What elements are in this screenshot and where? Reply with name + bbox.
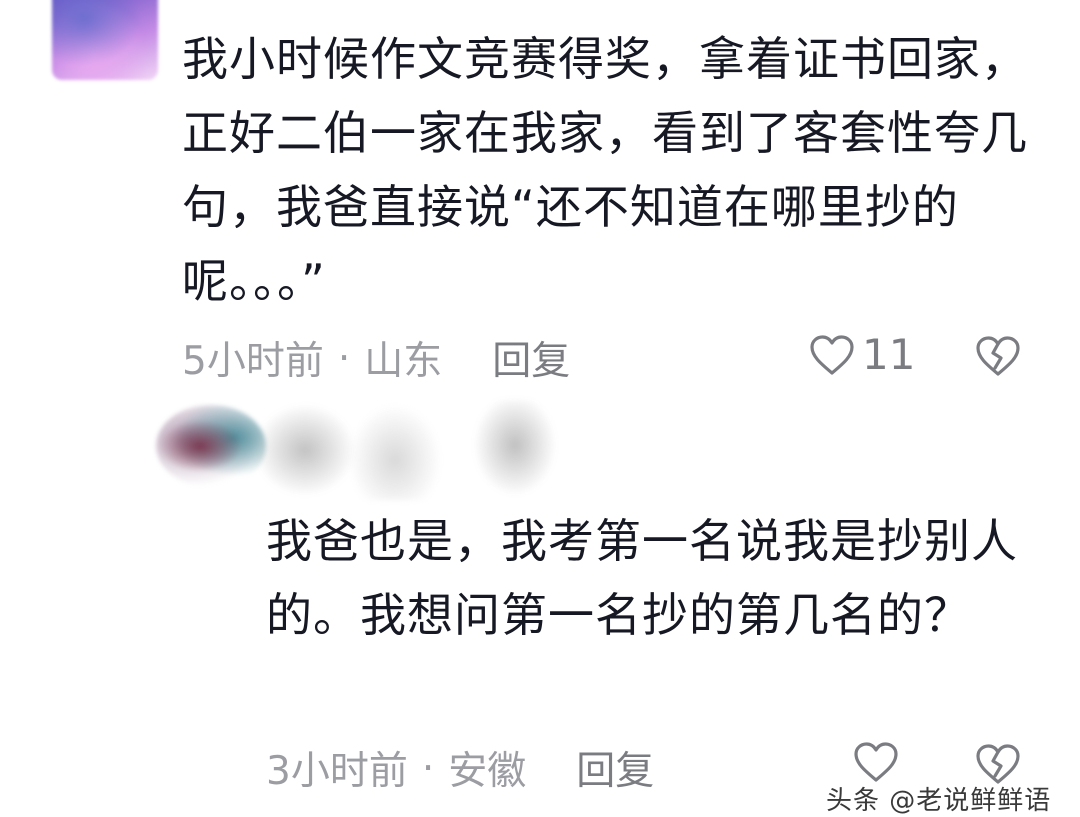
heart-outline-icon <box>854 742 898 782</box>
comment-time: 3小时前 <box>266 749 408 794</box>
blurred-username <box>250 400 360 500</box>
comment-time: 5小时前 <box>182 339 324 384</box>
heart-outline-icon <box>810 334 854 375</box>
comment-meta: 5小时前 · 山东 回复 <box>182 330 570 386</box>
reply-button[interactable]: 回复 <box>492 330 570 386</box>
comment-text: 我小时候作文竞赛得奖，拿着证书回家，正好二伯一家在我家，看到了客套性夸几句，我爸… <box>182 32 1028 308</box>
comment-actions <box>852 740 1020 784</box>
meta-separator: · <box>421 745 435 791</box>
avatar[interactable] <box>52 0 158 80</box>
comment-location: 安徽 <box>448 749 527 794</box>
comment-location: 山东 <box>364 339 443 384</box>
comment-text: 我爸也是，我考第一名说我是抄别人的。我想问第一名抄的第几名的？ <box>266 514 1018 642</box>
comment-meta: 3小时前 · 安徽 回复 <box>266 740 654 796</box>
broken-heart-icon <box>976 336 1020 376</box>
meta-separator: · <box>337 335 351 381</box>
blurred-username <box>470 400 560 500</box>
reply-button[interactable]: 回复 <box>576 740 654 796</box>
like-button[interactable]: 11 <box>808 330 915 379</box>
like-count: 11 <box>862 330 916 379</box>
dislike-button[interactable] <box>974 334 1022 378</box>
blurred-username <box>345 400 445 500</box>
like-button[interactable] <box>852 740 900 784</box>
comment-actions: 11 <box>808 330 1020 379</box>
watermark: 头条 @老说鲜鲜语 <box>826 786 1052 816</box>
